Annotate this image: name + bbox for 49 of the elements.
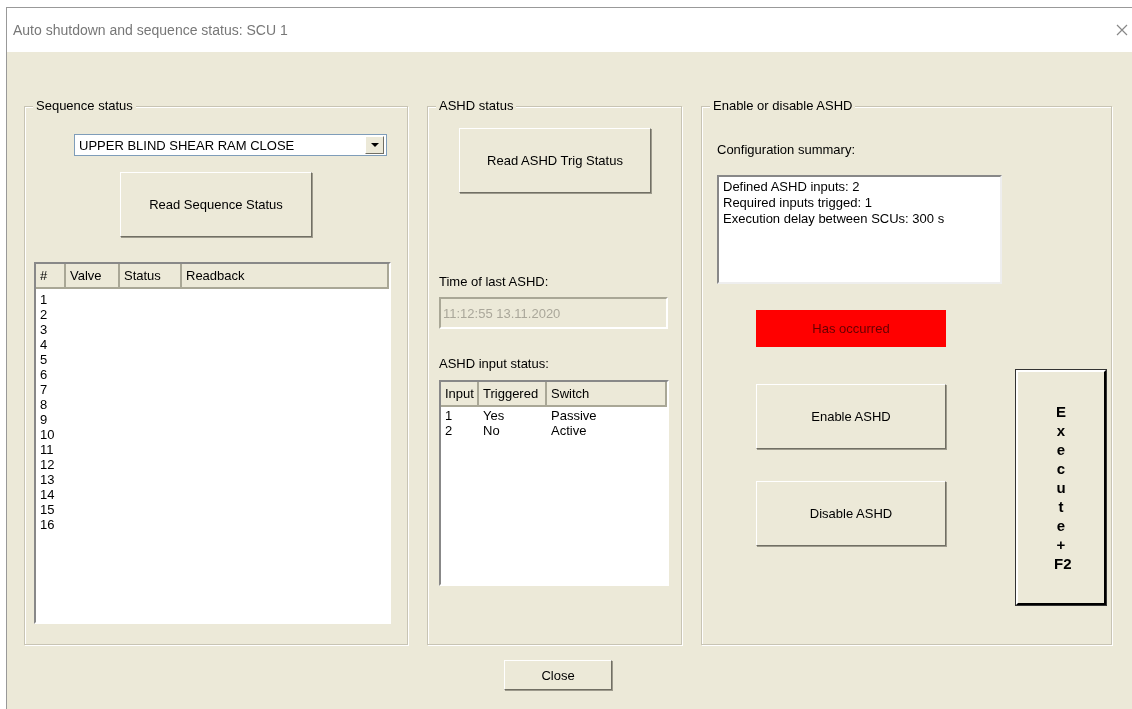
read-ashd-button[interactable]: Read ASHD Trig Status [459,128,651,193]
group-title: Sequence status [33,98,136,113]
window-title: Auto shutdown and sequence status: SCU 1 [13,22,288,38]
table-cell-text: 1 [39,292,49,307]
close-icon[interactable] [1116,24,1128,36]
table-cell-text: 5 [39,352,49,367]
table-cell-text: 8 [39,397,49,412]
table-cell-text: 10 [39,427,56,442]
table-cell-text: 12 [39,457,56,472]
column-header[interactable]: # [36,264,66,287]
execute-button[interactable]: E x e c u t e + F2 [1016,370,1106,605]
column-header[interactable]: Input [441,382,479,405]
read-sequence-button[interactable]: Read Sequence Status [120,172,312,237]
table-cell-text: 3 [39,322,49,337]
table-cell-text: No [482,423,501,438]
table-cell-text: 14 [39,487,56,502]
time-label: Time of last ASHD: [439,274,550,289]
table-cell-text: Yes [482,408,506,423]
table-cell-text: 15 [39,502,56,517]
table-cell-text: 6 [39,367,49,382]
sequence-dropdown[interactable]: UPPER BLIND SHEAR RAM CLOSE [74,134,387,156]
table-cell-text: 16 [39,517,56,532]
close-button[interactable]: Close [504,660,612,690]
input-status-label: ASHD input status: [439,356,550,371]
summary-label: Configuration summary: [717,142,856,157]
table-cell-text: 1 [444,408,454,423]
column-header[interactable]: Valve [66,264,120,287]
table-cell-text: 9 [39,412,49,427]
caret-icon [370,143,379,147]
summary-line: Defined ASHD inputs: 2 [723,179,861,195]
table-cell-text: Active [550,423,588,438]
table-cell-text: 2 [444,423,454,438]
summary-line: Execution delay between SCUs: 300 s [723,211,946,227]
table-cell-text: 4 [39,337,49,352]
column-header[interactable]: Readback [182,264,389,287]
group-title: Enable or disable ASHD [710,98,856,113]
enable-button[interactable]: Enable ASHD [756,384,946,449]
column-header[interactable]: Status [120,264,182,287]
column-header[interactable]: Triggered [479,382,547,405]
summary-line: Required inputs trigged: 1 [723,195,873,211]
table-cell-text: 2 [39,307,49,322]
table-cell-text: 7 [39,382,49,397]
table-cell-text: Passive [550,408,598,423]
table-cell-text: 13 [39,472,56,487]
group-title: ASHD status [436,98,517,113]
table-cell-text: 11 [39,442,55,457]
column-header[interactable]: Switch [547,382,667,405]
disable-button[interactable]: Disable ASHD [756,481,946,546]
status-indicator: Has occurred [756,310,946,347]
